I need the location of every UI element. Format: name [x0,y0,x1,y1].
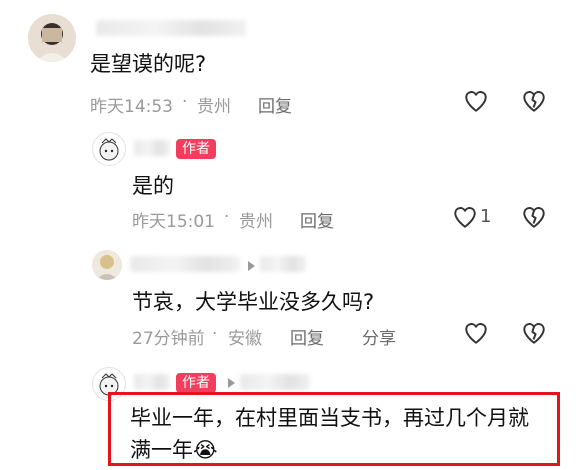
like-count: 1 [480,206,492,227]
avatar[interactable] [92,132,126,166]
reply-button[interactable]: 回复 [290,324,324,349]
username-blurred[interactable] [96,20,246,36]
dislike-heart-icon[interactable] [521,88,547,114]
share-button[interactable]: 分享 [362,324,396,349]
heart-icon[interactable] [452,204,478,230]
reply-to-arrow-icon [248,261,255,271]
comment-location: 贵州 [197,97,231,117]
comment-location: 安徽 [228,329,262,349]
avatar[interactable] [92,250,122,280]
dislike-heart-icon[interactable] [521,320,547,346]
comment-text: 节哀，大学毕业没多久吗? [132,290,375,314]
comment-text: 是望谟的呢? [90,52,207,76]
comment-time: 昨天15:01 [132,212,215,232]
dislike-heart-icon[interactable] [521,204,547,230]
comment-text-line2: 满一年😭 [130,438,218,462]
reply-to-arrow-icon [228,378,235,388]
separator: · [212,324,218,344]
username-blurred[interactable] [134,140,170,156]
comment-text-line1: 毕业一年，在村里面当支书，再过几个月就 [130,406,529,430]
comment-text: 是的 [132,174,174,198]
comment-location: 贵州 [239,212,273,232]
heart-icon[interactable] [463,88,489,114]
username-blurred[interactable] [130,256,240,272]
separator: · [182,92,188,112]
reply-button[interactable]: 回复 [258,92,292,117]
author-badge: 作者 [176,373,216,393]
username-blurred[interactable] [134,374,170,390]
reply-target-blurred[interactable] [240,374,310,390]
avatar[interactable] [28,14,76,62]
reply-target-blurred[interactable] [260,256,306,272]
separator: · [224,207,230,227]
heart-icon[interactable] [463,320,489,346]
comment-time: 昨天14:53 [90,97,173,117]
comment-time: 27分钟前 [132,329,205,349]
reply-button[interactable]: 回复 [300,207,334,232]
author-badge: 作者 [176,139,216,159]
